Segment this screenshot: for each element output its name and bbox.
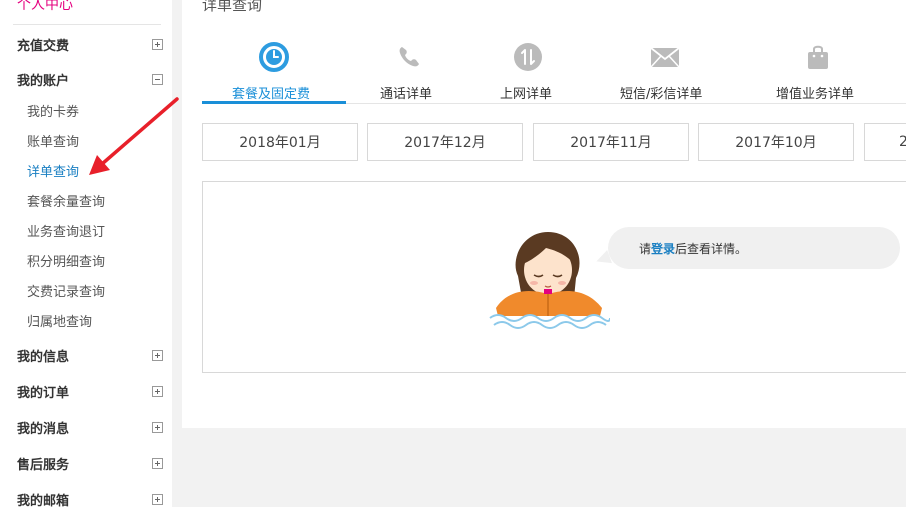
expand-icon[interactable] [152, 349, 163, 361]
expand-icon[interactable] [152, 38, 163, 50]
expand-icon[interactable] [152, 493, 163, 505]
menu-group-after-sales[interactable]: 售后服务 [17, 453, 163, 473]
menu-group-label: 充值交费 [17, 38, 70, 54]
month-button-2017-11[interactable]: 2017年11月 [533, 123, 689, 161]
menu-group-label: 我的邮箱 [17, 493, 70, 507]
page-title: 详单查询 [202, 0, 263, 14]
divider [13, 24, 161, 25]
tab-sms-mms-details[interactable]: 短信/彩信详单 [612, 40, 720, 103]
menu-group-label: 我的消息 [17, 421, 70, 437]
expand-icon[interactable] [152, 421, 163, 433]
tab-label: 通话详单 [380, 87, 433, 102]
menu-group-label: 我的信息 [17, 349, 70, 365]
tab-label: 短信/彩信详单 [620, 87, 703, 102]
menu-group-recharge[interactable]: 充值交费 [17, 34, 163, 54]
collapse-icon[interactable] [152, 73, 163, 85]
phone-icon [399, 47, 419, 67]
menu-group-label: 售后服务 [17, 457, 70, 473]
sidebar-item-service-unsubscribe[interactable]: 业务查询退订 [27, 224, 105, 242]
month-button-2017-10[interactable]: 2017年10月 [698, 123, 854, 161]
sidebar-item-plan-balance[interactable]: 套餐余量查询 [27, 194, 105, 212]
prompt-prefix: 请 [639, 241, 652, 256]
menu-group-label: 我的订单 [17, 385, 70, 401]
sidebar-item-location-query[interactable]: 归属地查询 [27, 314, 92, 332]
tab-label: 上网详单 [500, 87, 553, 102]
menu-group-my-messages[interactable]: 我的消息 [17, 417, 163, 437]
month-button-2017-12[interactable]: 2017年12月 [367, 123, 523, 161]
shopping-bag-icon [808, 45, 828, 69]
expand-icon[interactable] [152, 385, 163, 397]
sidebar-item-detail-query[interactable]: 详单查询 [27, 164, 79, 182]
menu-group-my-orders[interactable]: 我的订单 [17, 381, 163, 401]
tab-label: 套餐及固定费 [232, 87, 311, 102]
sidebar-gutter [172, 0, 182, 507]
tab-data-details[interactable]: 上网详单 [490, 40, 566, 103]
menu-group-my-mailbox[interactable]: 我的邮箱 [17, 489, 163, 507]
login-prompt-bubble: 请登录 后查看详情。 [608, 227, 900, 269]
sidebar-item-bill-query[interactable]: 账单查询 [27, 134, 79, 152]
sidebar-title: 个人中心 [17, 0, 73, 13]
menu-group-my-info[interactable]: 我的信息 [17, 345, 163, 365]
prompt-suffix: 后查看详情。 [675, 241, 748, 256]
month-button-2018-01[interactable]: 2018年01月 [202, 123, 358, 161]
sidebar-item-my-vouchers[interactable]: 我的卡券 [27, 104, 79, 122]
sidebar-item-points-detail[interactable]: 积分明细查询 [27, 254, 105, 272]
footer-background [182, 428, 906, 507]
girl-reading-illustration [489, 232, 610, 329]
envelope-icon [650, 47, 680, 68]
tab-call-details[interactable]: 通话详单 [366, 40, 450, 103]
active-tab-indicator [202, 101, 346, 104]
sidebar-item-payment-records[interactable]: 交费记录查询 [27, 284, 105, 302]
annotation-arrow-icon [89, 97, 179, 175]
tab-value-added-details[interactable]: 增值业务详单 [770, 40, 866, 103]
clock-icon [259, 42, 289, 72]
tab-plan-fixed-fees[interactable]: 套餐及固定费 [202, 40, 346, 103]
sidebar: 个人中心 充值交费 我的账户 我的卡券 账单查询 详单查询 套餐余量查询 业务查… [0, 0, 172, 507]
month-button-partial[interactable]: 2 [864, 123, 906, 161]
menu-group-label: 我的账户 [17, 73, 70, 89]
menu-group-account[interactable]: 我的账户 [17, 69, 163, 89]
tab-label: 增值业务详单 [776, 87, 855, 102]
expand-icon[interactable] [152, 457, 163, 469]
login-link[interactable]: 登录 [651, 240, 675, 257]
data-transfer-icon [514, 43, 542, 71]
